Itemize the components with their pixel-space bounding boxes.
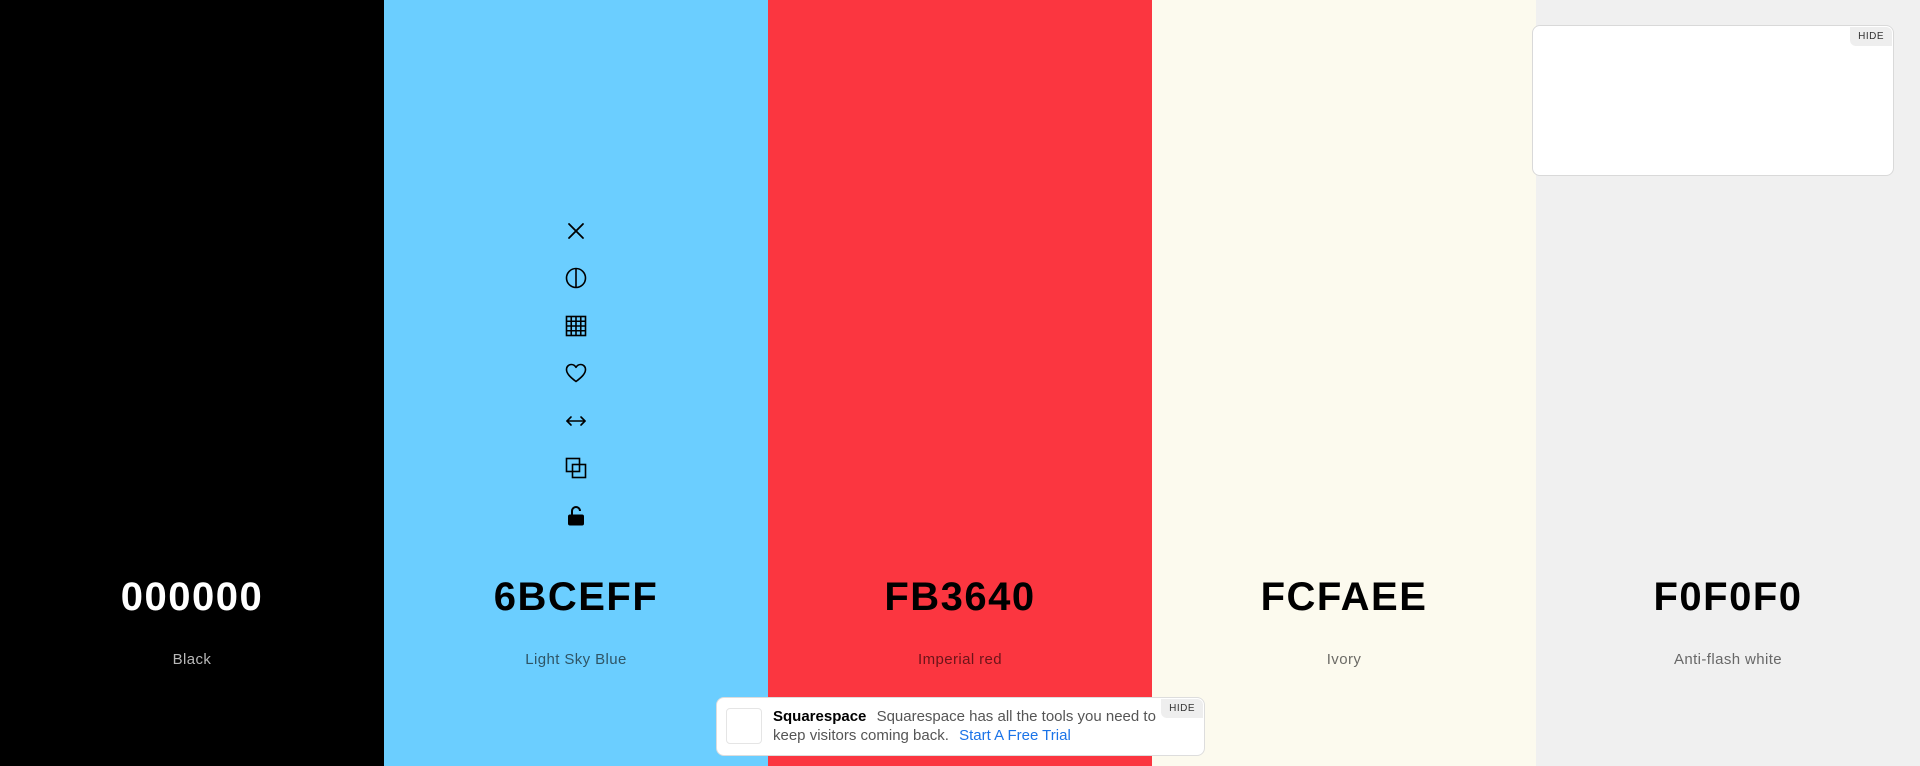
color-name: Anti-flash white (1673, 651, 1783, 668)
shades-grid-icon (565, 315, 587, 337)
ad-cta-link[interactable]: Start A Free Trial (959, 727, 1071, 744)
hide-ad-button[interactable]: HIDE (1161, 699, 1203, 718)
ad-image[interactable] (726, 708, 762, 744)
color-name: Imperial red (918, 651, 1002, 668)
shades-grid-button[interactable] (556, 302, 596, 350)
color-swatch-black[interactable]: 000000 Black (0, 0, 384, 766)
close-icon (568, 222, 584, 239)
ad-banner-top[interactable]: HIDE (1532, 25, 1894, 176)
color-name: Black (172, 651, 212, 668)
color-hex-code[interactable]: FCFAEE (1152, 575, 1536, 620)
color-name: Ivory (1326, 651, 1362, 668)
remove-color-button[interactable] (556, 207, 596, 255)
drag-handle[interactable] (556, 397, 596, 445)
lock-color-button[interactable] (556, 492, 596, 540)
color-name: Light Sky Blue (525, 651, 627, 668)
color-swatch-ivory[interactable]: FCFAEE Ivory (1152, 0, 1536, 766)
unlock-icon (568, 505, 584, 526)
hide-ad-button[interactable]: HIDE (1850, 27, 1892, 46)
color-hex-code[interactable]: F0F0F0 (1536, 575, 1920, 620)
ad-brand: Squarespace (773, 708, 867, 725)
color-hex-code[interactable]: 000000 (0, 575, 384, 620)
copy-icon (565, 457, 587, 479)
color-hex-code[interactable]: FB3640 (768, 575, 1152, 620)
color-hex-code[interactable]: 6BCEFF (384, 575, 768, 620)
contrast-icon (565, 267, 587, 289)
save-color-button[interactable] (556, 350, 596, 398)
copy-hex-button[interactable] (556, 445, 596, 493)
heart-icon (565, 363, 587, 383)
swatch-toolbar (552, 207, 600, 540)
ad-banner-bottom[interactable]: Squarespace Squarespace has all the tool… (716, 697, 1205, 756)
color-swatch-imperial-red[interactable]: FB3640 Imperial red (768, 0, 1152, 766)
drag-arrows-icon (566, 415, 586, 426)
view-shades-button[interactable] (556, 255, 596, 303)
ad-text: Squarespace Squarespace has all the tool… (773, 707, 1173, 745)
